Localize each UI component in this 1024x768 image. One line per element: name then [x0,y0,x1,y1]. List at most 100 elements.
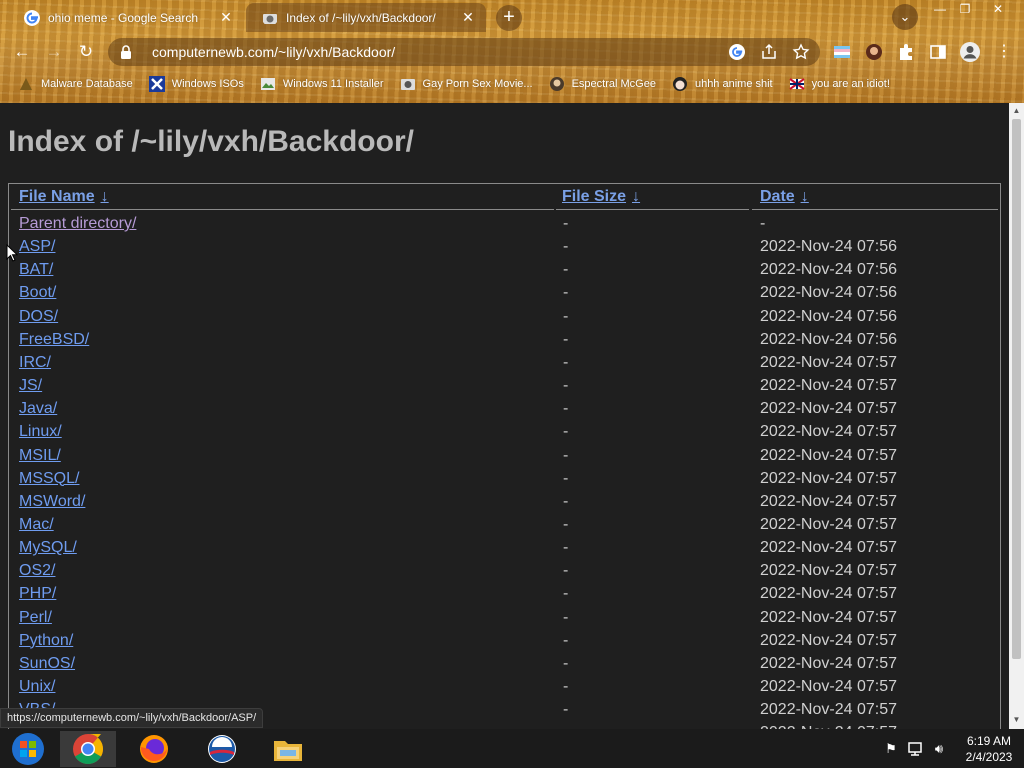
page-content: Index of /~lily/vxh/Backdoor/ File Name ↓… [0,103,1009,729]
start-button[interactable] [0,731,56,767]
scroll-down-icon[interactable]: ▼ [1009,713,1024,727]
extension-avatar-icon[interactable] [864,42,884,62]
bookmark-label: Gay Porn Sex Movie... [422,78,533,90]
close-tab-icon[interactable]: ✕ [460,9,476,25]
file-size-cell: - [563,400,569,418]
scroll-up-icon[interactable]: ▲ [1009,104,1024,118]
table-row: Linux/ - 2022-Nov-24 07:57 [9,423,999,446]
directory-link[interactable]: FreeBSD/ [19,331,89,349]
minimize-button[interactable]: — [928,0,952,18]
bookmark-uhhh-anime[interactable]: uhhh anime shit [672,76,773,92]
directory-link[interactable]: Unix/ [19,678,55,696]
date-cell: 2022-Nov-24 07:57 [760,585,897,603]
column-label: File Name [19,188,95,205]
date-cell: 2022-Nov-24 07:57 [760,654,897,672]
menu-kebab-icon[interactable]: ⋮ [994,42,1014,62]
vertical-scrollbar[interactable]: ▲ ▼ [1009,103,1024,729]
date-cell: 2022-Nov-24 07:56 [760,307,897,325]
mouse-cursor-icon [6,244,18,262]
directory-link[interactable]: MySQL/ [19,539,77,557]
directory-link[interactable]: Boot/ [19,284,56,302]
action-center-flag-icon[interactable]: ⚑ [882,740,900,758]
bookmark-malware-database[interactable]: Malware Database [18,76,133,92]
file-size-cell: - [563,446,569,464]
bookmark-star-icon[interactable] [792,43,810,61]
share-icon[interactable] [760,43,778,61]
restore-button[interactable]: ❐ [953,0,977,18]
directory-link[interactable]: Parent directory/ [19,215,136,233]
file-size-cell: - [563,515,569,533]
directory-link[interactable]: OS2/ [19,562,55,580]
taskbar-firefox[interactable] [126,731,182,767]
network-icon[interactable] [906,740,924,758]
directory-link[interactable]: Perl/ [19,609,52,627]
google-lens-icon[interactable] [728,43,746,61]
bookmark-windows-11-installer[interactable]: Windows 11 Installer [260,76,384,92]
column-header-date[interactable]: Date ↓ [760,188,809,206]
column-header-file-size[interactable]: File Size ↓ [562,188,640,206]
sort-arrow-icon: ↓ [800,188,809,205]
directory-link[interactable]: ASP/ [19,238,55,256]
volume-icon[interactable]: 🔊︎ [930,740,948,758]
file-size-cell: - [563,562,569,580]
date-cell: 2022-Nov-24 07:57 [760,539,897,557]
directory-link[interactable]: DOS/ [19,308,58,326]
side-panel-icon[interactable] [928,42,948,62]
close-tab-icon[interactable]: ✕ [218,9,234,25]
directory-link[interactable]: Python/ [19,632,73,650]
bookmark-espectral-mcgee[interactable]: Espectral McGee [549,76,656,92]
bookmark-label: Windows ISOs [171,78,244,90]
date-cell: 2022-Nov-24 07:57 [760,515,897,533]
file-size-cell: - [563,307,569,325]
file-size-cell: - [563,608,569,626]
scroll-thumb[interactable] [1012,119,1021,659]
obama-logo-icon [208,735,236,763]
date-cell: 2022-Nov-24 07:57 [760,608,897,626]
forward-icon[interactable]: → [42,40,66,64]
directory-link[interactable]: Java/ [19,400,57,418]
column-header-file-name[interactable]: File Name ↓ [19,188,109,206]
directory-link[interactable]: MSIL/ [19,447,61,465]
tab-search-icon[interactable]: ⌄ [892,4,918,30]
date-cell: 2022-Nov-24 07:57 [760,400,897,418]
date-cell: 2022-Nov-24 07:57 [760,492,897,510]
window-close-button[interactable]: ✕ [986,0,1010,18]
back-icon[interactable]: ← [10,40,34,64]
table-row: ASP/ - 2022-Nov-24 07:56 [9,238,999,261]
directory-link[interactable]: Mac/ [19,516,54,534]
tab-index-backdoor[interactable]: Index of /~lily/vxh/Backdoor/ ✕ [246,3,486,32]
extensions-puzzle-icon[interactable] [896,42,916,62]
tab-ohio-meme[interactable]: ohio meme - Google Search ✕ [8,3,244,32]
directory-link[interactable]: IRC/ [19,354,51,372]
taskbar-obama-app[interactable] [194,731,250,767]
clock-date: 2/4/2023 [965,749,1013,764]
system-tray: ⚑ 🔊︎ 6:19 AM 2/4/2023 [882,729,1024,768]
directory-link[interactable]: BAT/ [19,261,53,279]
taskbar-chrome[interactable] [60,731,116,767]
table-row: OS2/ - 2022-Nov-24 07:57 [9,562,999,585]
extension-flag-icon[interactable] [832,42,852,62]
lock-icon[interactable] [120,45,132,59]
table-row: Unix/ - 2022-Nov-24 07:57 [9,678,999,701]
directory-link[interactable]: MSSQL/ [19,470,79,488]
directory-link[interactable]: JS/ [19,377,42,395]
file-size-cell: - [563,469,569,487]
url-text[interactable]: computernewb.com/~lily/vxh/Backdoor/ [152,44,395,60]
address-bar[interactable]: computernewb.com/~lily/vxh/Backdoor/ [108,38,820,66]
directory-link[interactable]: MSWord/ [19,493,85,511]
date-cell: 2022-Nov-24 07:57 [760,377,897,394]
table-row: BAT/ - 2022-Nov-24 07:56 [9,261,999,284]
bookmark-you-are-an-idiot[interactable]: you are an idiot! [789,76,890,92]
table-row: FreeBSD/ - 2022-Nov-24 07:56 [9,331,999,354]
system-clock[interactable]: 6:19 AM 2/4/2023 [954,733,1024,765]
profile-avatar-icon[interactable] [959,41,981,63]
reload-icon[interactable]: ↻ [74,40,98,64]
directory-link[interactable]: SunOS/ [19,655,75,673]
taskbar-file-explorer[interactable] [260,731,316,767]
directory-link[interactable]: Linux/ [19,423,62,441]
bookmark-gay-porn-sex-movie[interactable]: Gay Porn Sex Movie... [400,76,533,92]
date-cell: 2022-Nov-24 07:57 [760,701,897,719]
new-tab-button[interactable]: + [496,5,522,31]
directory-link[interactable]: PHP/ [19,585,56,603]
bookmark-windows-isos[interactable]: Windows ISOs [148,76,244,92]
